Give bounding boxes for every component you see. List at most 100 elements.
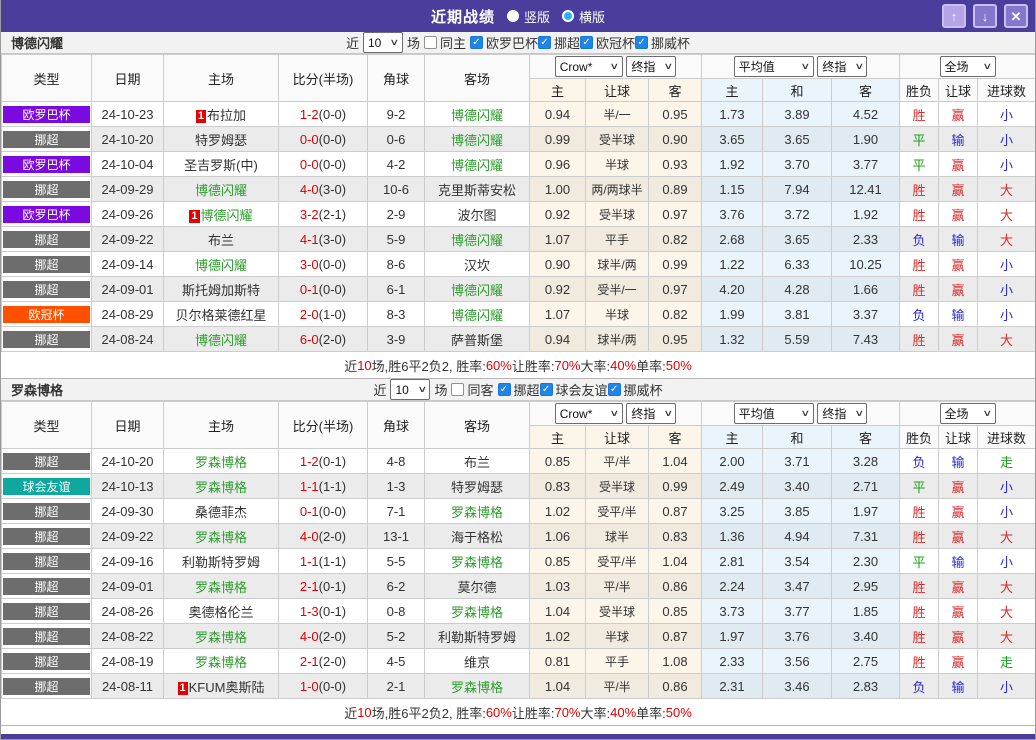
results-body: 挪超 24-10-20 罗森博格 1-2(0-1) 4-8 布兰 0.85 平/…: [1, 448, 1035, 699]
layout-radio-vertical[interactable]: 竖版: [506, 7, 550, 26]
home-team: 布兰: [207, 232, 234, 248]
league-cell: 欧罗巴杯: [1, 101, 92, 127]
close-button[interactable]: ✕: [1004, 4, 1028, 28]
avg-away-odds: 3.37: [831, 301, 900, 327]
bookmaker-select[interactable]: Crow* ∨: [554, 56, 623, 77]
match-count-select[interactable]: 10 ∨: [390, 379, 431, 400]
full-time-score: 1-1: [299, 553, 319, 569]
crown-handicap: 受平/半: [585, 548, 649, 574]
half-time-score: (0-0): [318, 678, 347, 694]
match-count-select[interactable]: 10 ∨: [362, 32, 403, 53]
date-cell: 24-08-24: [91, 326, 164, 352]
home-cell: 博德闪耀: [163, 251, 279, 277]
subcol-result-wdl: 胜负: [899, 425, 939, 449]
chevron-down-icon: ∨: [854, 61, 864, 71]
full-match-select[interactable]: 全场 ∨: [939, 56, 996, 77]
league-badge: 挪超: [3, 602, 90, 620]
subcol-crown-home: 主: [529, 78, 586, 102]
avg-away-odds: 3.77: [831, 151, 900, 177]
checkbox-icon: ✓: [469, 36, 483, 49]
subcol-crown-away: 客: [648, 425, 702, 449]
checkbox-icon: ✓: [539, 383, 553, 396]
recent-results-window: 近期战绩 竖版 横版 ↑ ↓ ✕ 博德闪耀 近 10 ∨ 场 同主 ✓ 欧罗巴杯…: [0, 0, 1036, 740]
league-filter-checkbox[interactable]: ✓ 挪超: [538, 33, 580, 52]
move-down-button[interactable]: ↓: [973, 4, 997, 28]
subcol-avg-draw: 和: [762, 425, 832, 449]
score-cell: 1-1(1-1): [278, 548, 368, 574]
table-row: 挪超 24-09-29 博德闪耀 4-0(3-0) 10-6 克里斯蒂安松 1.…: [1, 176, 1035, 202]
home-cell: 罗森博格: [163, 648, 279, 674]
crown-home-odds: 1.02: [529, 623, 586, 649]
avg-draw-odds: 3.71: [762, 448, 832, 474]
move-up-button[interactable]: ↑: [942, 4, 966, 28]
avg-away-odds: 1.97: [831, 498, 900, 524]
league-cell: 挪超: [1, 126, 92, 152]
away-team: 维京: [463, 654, 490, 670]
result-goals: 大: [977, 176, 1035, 202]
home-team: 罗森博格: [194, 579, 247, 595]
subcol-result-handicap: 让球: [938, 78, 978, 102]
corner-cell: 1-3: [367, 473, 425, 499]
average-odds-select[interactable]: 平均值 ∨: [733, 403, 814, 424]
league-filter-checkbox[interactable]: ✓ 挪威杯: [635, 33, 690, 52]
summary-segment: 50%: [665, 704, 692, 720]
league-filter-checkbox[interactable]: ✓ 挪威杯: [607, 380, 663, 399]
team-section: 罗森博格 近 10 ∨ 场 同客 ✓ 挪超 ✓ 球会友谊 ✓ 挪威杯 类型 日期 主场: [1, 379, 1035, 726]
home-cell: 罗森博格: [163, 473, 279, 499]
avg-home-odds: 3.25: [701, 498, 763, 524]
league-cell: 球会友谊: [1, 473, 92, 499]
final-odds-select-2[interactable]: 终指 ∨: [817, 56, 868, 77]
subcol-avg-away: 客: [831, 78, 900, 102]
final-odds-select-value: 终指: [631, 407, 656, 421]
league-filter-checkbox[interactable]: ✓ 挪超: [497, 380, 540, 399]
avg-draw-odds: 4.28: [762, 276, 832, 302]
league-filter-checkbox[interactable]: ✓ 欧冠杯: [580, 33, 635, 52]
full-time-score: 1-3: [299, 603, 319, 619]
summary-segment: 10: [357, 704, 372, 720]
corner-cell: 5-9: [367, 226, 425, 252]
corner-cell: 5-5: [367, 548, 425, 574]
crown-home-odds: 0.85: [529, 548, 586, 574]
full-time-score: 3-2: [299, 206, 319, 222]
corner-cell: 6-1: [367, 276, 425, 302]
match-count-value: 10: [367, 35, 382, 50]
league-filter-checkbox[interactable]: ✓ 欧罗巴杯: [469, 33, 538, 52]
full-match-select[interactable]: 全场 ∨: [939, 403, 996, 424]
league-cell: 挪超: [1, 573, 92, 599]
final-odds-select[interactable]: 终指 ∨: [626, 403, 677, 424]
same-venue-label: 同客: [467, 383, 494, 398]
bookmaker-select[interactable]: Crow* ∨: [554, 403, 623, 424]
corner-cell: 4-5: [367, 648, 425, 674]
layout-radio-horizontal[interactable]: 横版: [562, 7, 605, 26]
score-cell: 0-1(0-0): [278, 276, 368, 302]
result-wdl: 平: [899, 548, 939, 574]
league-filter-checkbox[interactable]: ✓ 球会友谊: [539, 380, 608, 399]
same-venue-checkbox[interactable]: 同主: [423, 33, 466, 52]
away-cell: 萨普斯堡: [424, 326, 530, 352]
col-header-type: 类型: [1, 54, 92, 102]
final-odds-select[interactable]: 终指 ∨: [626, 56, 677, 77]
full-time-score: 4-0: [299, 528, 319, 544]
same-venue-checkbox[interactable]: 同客: [451, 380, 494, 399]
result-goals: 大: [977, 226, 1035, 252]
result-goals: 小: [977, 126, 1035, 152]
subcol-result-wdl: 胜负: [899, 78, 939, 102]
half-time-score: (1-1): [318, 553, 347, 569]
date-cell: 24-09-01: [91, 276, 164, 302]
average-odds-select[interactable]: 平均值 ∨: [733, 56, 814, 77]
score-cell: 0-0(0-0): [278, 126, 368, 152]
avg-draw-odds: 5.59: [762, 326, 832, 352]
league-cell: 挪超: [1, 623, 92, 649]
league-cell: 挪超: [1, 326, 92, 352]
radio-horizontal-label: 横版: [579, 9, 606, 25]
table-row: 挪超 24-09-01 斯托姆加斯特 0-1(0-0) 6-1 博德闪耀 0.9…: [1, 276, 1035, 302]
result-handicap: 赢: [938, 151, 978, 177]
home-cell: 利勒斯特罗姆: [163, 548, 279, 574]
checkbox-label: 球会友谊: [555, 383, 608, 398]
home-team: 博德闪耀: [194, 182, 247, 198]
final-odds-select-2[interactable]: 终指 ∨: [817, 403, 868, 424]
score-cell: 0-0(0-0): [278, 151, 368, 177]
half-time-score: (0-0): [318, 281, 347, 297]
chevron-down-icon: ∨: [663, 61, 673, 71]
away-cell: 维京: [424, 648, 530, 674]
